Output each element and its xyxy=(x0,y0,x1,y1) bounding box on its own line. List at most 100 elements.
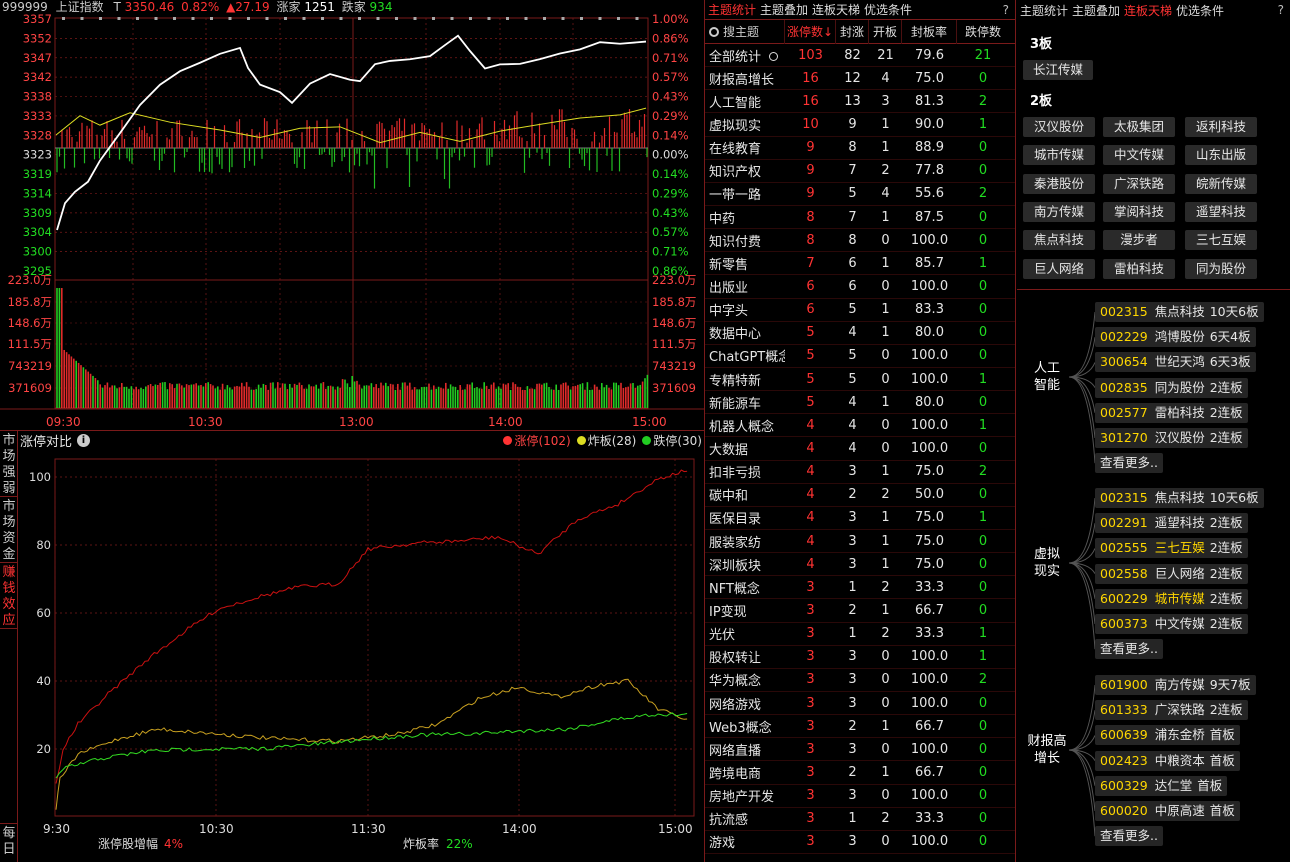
table-row[interactable]: 房地产开发 3 3 0 100.0 0 xyxy=(705,785,1015,808)
table-row[interactable]: 医保目录 4 3 1 75.0 1 xyxy=(705,507,1015,530)
ladder-stock-item[interactable]: 601333 广深铁路 2连板 xyxy=(1095,700,1248,721)
table-row[interactable]: 一带一路 9 5 4 55.6 2 xyxy=(705,183,1015,206)
ladder-stock-item[interactable]: 600639 浦东金桥 首板 xyxy=(1095,725,1240,746)
ladder-stock-tag[interactable]: 山东出版 xyxy=(1185,145,1257,166)
ladder-stock-tag[interactable]: 中文传媒 xyxy=(1103,145,1175,166)
ladder-stock-tag[interactable]: 长江传媒 xyxy=(1023,60,1093,80)
table-row[interactable]: 游戏 3 3 0 100.0 0 xyxy=(705,831,1015,854)
ladder-stock-tag[interactable]: 同为股份 xyxy=(1185,258,1257,279)
legend-item[interactable]: 炸板(28) xyxy=(576,432,636,449)
table-row[interactable]: 网络游戏 3 3 0 100.0 0 xyxy=(705,692,1015,716)
theme-search[interactable]: 搜主题 xyxy=(705,19,785,44)
table-row[interactable]: 机器人概念 4 4 0 100.0 1 xyxy=(705,414,1015,438)
ladder-stock-tag[interactable]: 巨人网络 xyxy=(1023,258,1095,279)
table-row[interactable]: 人工智能 16 13 3 81.3 2 xyxy=(705,90,1015,114)
table-row[interactable]: 股权转让 3 3 0 100.0 1 xyxy=(705,646,1015,669)
ladder-stock-item[interactable]: 002835 同为股份 2连板 xyxy=(1095,377,1248,398)
ladder-stock-item[interactable]: 600329 达仁堂 首板 xyxy=(1095,775,1228,796)
ladder-stock-tag[interactable]: 掌阅科技 xyxy=(1103,201,1175,222)
table-row[interactable]: 中字头 6 5 1 83.3 0 xyxy=(705,299,1015,322)
col-opened[interactable]: 开板 xyxy=(869,19,902,44)
table-row[interactable]: 数据中心 5 4 1 80.0 0 xyxy=(705,322,1015,345)
ladder-stock-item[interactable]: 002291 遥望科技 2连板 xyxy=(1095,513,1248,534)
col-limit-down[interactable]: 跌停数 xyxy=(957,20,1009,44)
table-row[interactable]: 网络直播 3 3 0 100.0 0 xyxy=(705,738,1015,762)
circle-icon[interactable] xyxy=(769,51,779,61)
view-more-button[interactable]: 查看更多.. xyxy=(1095,826,1163,847)
ladder-tab-2[interactable]: 连板天梯 xyxy=(1124,2,1172,19)
help-icon[interactable]: ? xyxy=(1278,3,1284,17)
table-row[interactable]: 新能源车 5 4 1 80.0 0 xyxy=(705,391,1015,415)
limit-up-compare-chart[interactable]: 100 80 60 40 20 9:30 10:30 11:30 14:00 15:00 涨停股增幅… xyxy=(18,449,704,862)
ladder-stock-tag[interactable]: 遥望科技 xyxy=(1185,201,1257,222)
ladder-stock-tag[interactable]: 雷柏科技 xyxy=(1103,258,1175,279)
side-tab-2[interactable]: 赚钱效应 xyxy=(0,563,18,629)
ladder-tab-1[interactable]: 主题叠加 xyxy=(1072,2,1120,19)
ladder-stock-item[interactable]: 002315 焦点科技 10天6板 xyxy=(1095,488,1264,508)
table-row[interactable]: 财报高增长 16 12 4 75.0 0 xyxy=(705,67,1015,91)
ladder-stock-tag[interactable]: 汉仪股份 xyxy=(1023,117,1095,137)
sector-tab-3[interactable]: 优选条件 xyxy=(864,1,912,18)
ladder-stock-item[interactable]: 600373 中文传媒 2连板 xyxy=(1095,614,1248,634)
theme-search-input[interactable]: 搜主题 xyxy=(723,20,759,44)
table-row[interactable]: 扣非亏损 4 3 1 75.0 2 xyxy=(705,461,1015,484)
ladder-stock-tag[interactable]: 太极集团 xyxy=(1103,117,1175,137)
table-row[interactable]: Web3概念 3 2 1 66.7 0 xyxy=(705,715,1015,739)
table-row[interactable]: 新零售 7 6 1 85.7 1 xyxy=(705,252,1015,276)
ladder-stock-tag[interactable]: 皖新传媒 xyxy=(1185,173,1257,194)
table-row[interactable]: 深圳板块 4 3 1 75.0 0 xyxy=(705,553,1015,577)
table-row[interactable]: ChatGPT概念 5 5 0 100.0 0 xyxy=(705,345,1015,368)
table-row[interactable]: 专精特新 5 5 0 100.0 1 xyxy=(705,368,1015,392)
ladder-stock-tag[interactable]: 秦港股份 xyxy=(1023,173,1095,194)
table-row[interactable]: 跨境电商 3 2 1 66.7 0 xyxy=(705,761,1015,785)
table-row[interactable]: 出版业 6 6 0 100.0 0 xyxy=(705,275,1015,299)
table-row[interactable]: 全部统计 103 82 21 79.6 21 xyxy=(705,44,1015,68)
ladder-tab-0[interactable]: 主题统计 xyxy=(1020,2,1068,19)
help-icon[interactable]: ? xyxy=(1003,3,1009,17)
sector-tab-2[interactable]: 连板天梯 xyxy=(812,1,860,18)
ladder-stock-item[interactable]: 002229 鸿博股份 6天4板 xyxy=(1095,327,1256,348)
side-tab-1[interactable]: 市场资金 xyxy=(0,497,18,563)
table-row[interactable]: 抗流感 3 1 2 33.3 0 xyxy=(705,808,1015,831)
side-tab-0[interactable]: 市场强弱 xyxy=(0,431,18,497)
legend-item[interactable]: 跌停(30) xyxy=(642,432,702,449)
col-limit-up[interactable]: 涨停数↓ xyxy=(785,19,836,44)
table-row[interactable]: 华为概念 3 3 0 100.0 2 xyxy=(705,669,1015,692)
col-sealed[interactable]: 封涨 xyxy=(836,19,869,44)
ladder-stock-item[interactable]: 002315 焦点科技 10天6板 xyxy=(1095,302,1264,322)
ladder-stock-item[interactable]: 002558 巨人网络 2连板 xyxy=(1095,563,1248,584)
ladder-stock-tag[interactable]: 返利科技 xyxy=(1185,117,1257,137)
ladder-stock-item[interactable]: 600020 中原高速 首板 xyxy=(1095,801,1240,821)
ladder-stock-tag[interactable]: 漫步者 xyxy=(1103,230,1175,251)
ladder-stock-item[interactable]: 300654 世纪天鸿 6天3板 xyxy=(1095,352,1256,373)
table-row[interactable]: 光伏 3 1 2 33.3 1 xyxy=(705,623,1015,646)
ladder-stock-tag[interactable]: 广深铁路 xyxy=(1103,173,1175,194)
table-row[interactable]: 知识付费 8 8 0 100.0 0 xyxy=(705,229,1015,253)
table-row[interactable]: IP变现 3 2 1 66.7 0 xyxy=(705,599,1015,623)
ladder-stock-item[interactable]: 301270 汉仪股份 2连板 xyxy=(1095,428,1248,448)
col-seal-rate[interactable]: 封板率 xyxy=(902,19,957,44)
ladder-stock-item[interactable]: 002577 雷柏科技 2连板 xyxy=(1095,402,1248,423)
ladder-stock-tag[interactable]: 三七互娱 xyxy=(1185,230,1257,251)
side-tab-daily[interactable]: 每日 xyxy=(0,823,18,861)
ladder-stock-item[interactable]: 002423 中粮资本 首板 xyxy=(1095,750,1240,771)
sector-tab-0[interactable]: 主题统计 xyxy=(708,1,756,18)
ladder-stock-item[interactable]: 600229 城市传媒 2连板 xyxy=(1095,588,1248,609)
table-row[interactable]: 服装家纺 4 3 1 75.0 0 xyxy=(705,530,1015,554)
view-more-button[interactable]: 查看更多.. xyxy=(1095,639,1163,660)
ladder-stock-tag[interactable]: 城市传媒 xyxy=(1023,145,1095,166)
table-row[interactable]: 虚拟现实 10 9 1 90.0 1 xyxy=(705,113,1015,137)
ladder-tab-3[interactable]: 优选条件 xyxy=(1176,2,1224,19)
view-more-button[interactable]: 查看更多.. xyxy=(1095,453,1163,474)
table-row[interactable]: 碳中和 4 2 2 50.0 0 xyxy=(705,484,1015,507)
ladder-stock-item[interactable]: 002555 三七互娱 2连板 xyxy=(1095,538,1248,559)
ladder-stock-tag[interactable]: 焦点科技 xyxy=(1023,230,1095,251)
table-row[interactable]: 在线教育 9 8 1 88.9 0 xyxy=(705,137,1015,160)
table-row[interactable]: 大数据 4 4 0 100.0 0 xyxy=(705,437,1015,461)
ladder-stock-tag[interactable]: 南方传媒 xyxy=(1023,201,1095,222)
table-row[interactable]: NFT概念 3 1 2 33.3 0 xyxy=(705,576,1015,600)
sector-tab-1[interactable]: 主题叠加 xyxy=(760,1,808,18)
ladder-stock-item[interactable]: 601900 南方传媒 9天7板 xyxy=(1095,675,1256,695)
table-row[interactable]: 知识产权 9 7 2 77.8 0 xyxy=(705,160,1015,183)
intraday-chart[interactable]: 3357 1.00% 3352 0.86% 3347 0.71% 3342 0.57% 3338… xyxy=(0,0,704,430)
